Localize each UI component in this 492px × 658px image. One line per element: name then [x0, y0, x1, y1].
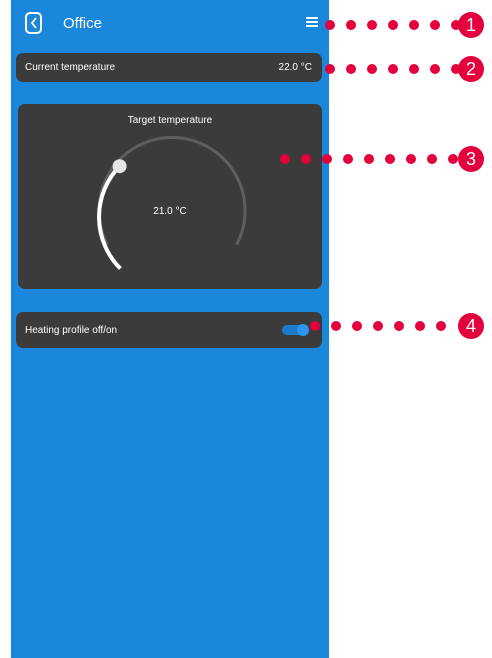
dial-knob[interactable]	[112, 159, 127, 174]
top-bar: Office	[11, 0, 329, 50]
menu-icon[interactable]	[306, 16, 318, 28]
heating-profile-card: Heating profile off/on	[16, 312, 322, 348]
heating-profile-toggle[interactable]	[282, 323, 312, 337]
app-screen: Office Current temperature 22.0 °C Targe…	[11, 0, 329, 658]
target-temperature-dial[interactable]	[18, 104, 322, 289]
heating-profile-label: Heating profile off/on	[25, 325, 118, 336]
callout-badge-4: 4	[458, 313, 484, 339]
target-temperature-card: Target temperature 21.0 °C	[18, 104, 322, 289]
callout-badge-3: 3	[458, 146, 484, 172]
back-button[interactable]	[25, 12, 42, 34]
target-temperature-value: 21.0 °C	[153, 206, 187, 217]
current-temperature-label: Current temperature	[25, 62, 116, 73]
dial-progress	[97, 164, 122, 271]
current-temperature-value: 22.0 °C	[278, 62, 312, 73]
chevron-left-icon	[30, 17, 37, 29]
dial-track	[97, 136, 247, 246]
current-temperature-card: Current temperature 22.0 °C	[16, 53, 322, 82]
toggle-knob	[297, 324, 309, 336]
callout-badge-2: 2	[458, 56, 484, 82]
page-title: Office	[63, 15, 102, 32]
callout-badge-1: 1	[458, 12, 484, 38]
